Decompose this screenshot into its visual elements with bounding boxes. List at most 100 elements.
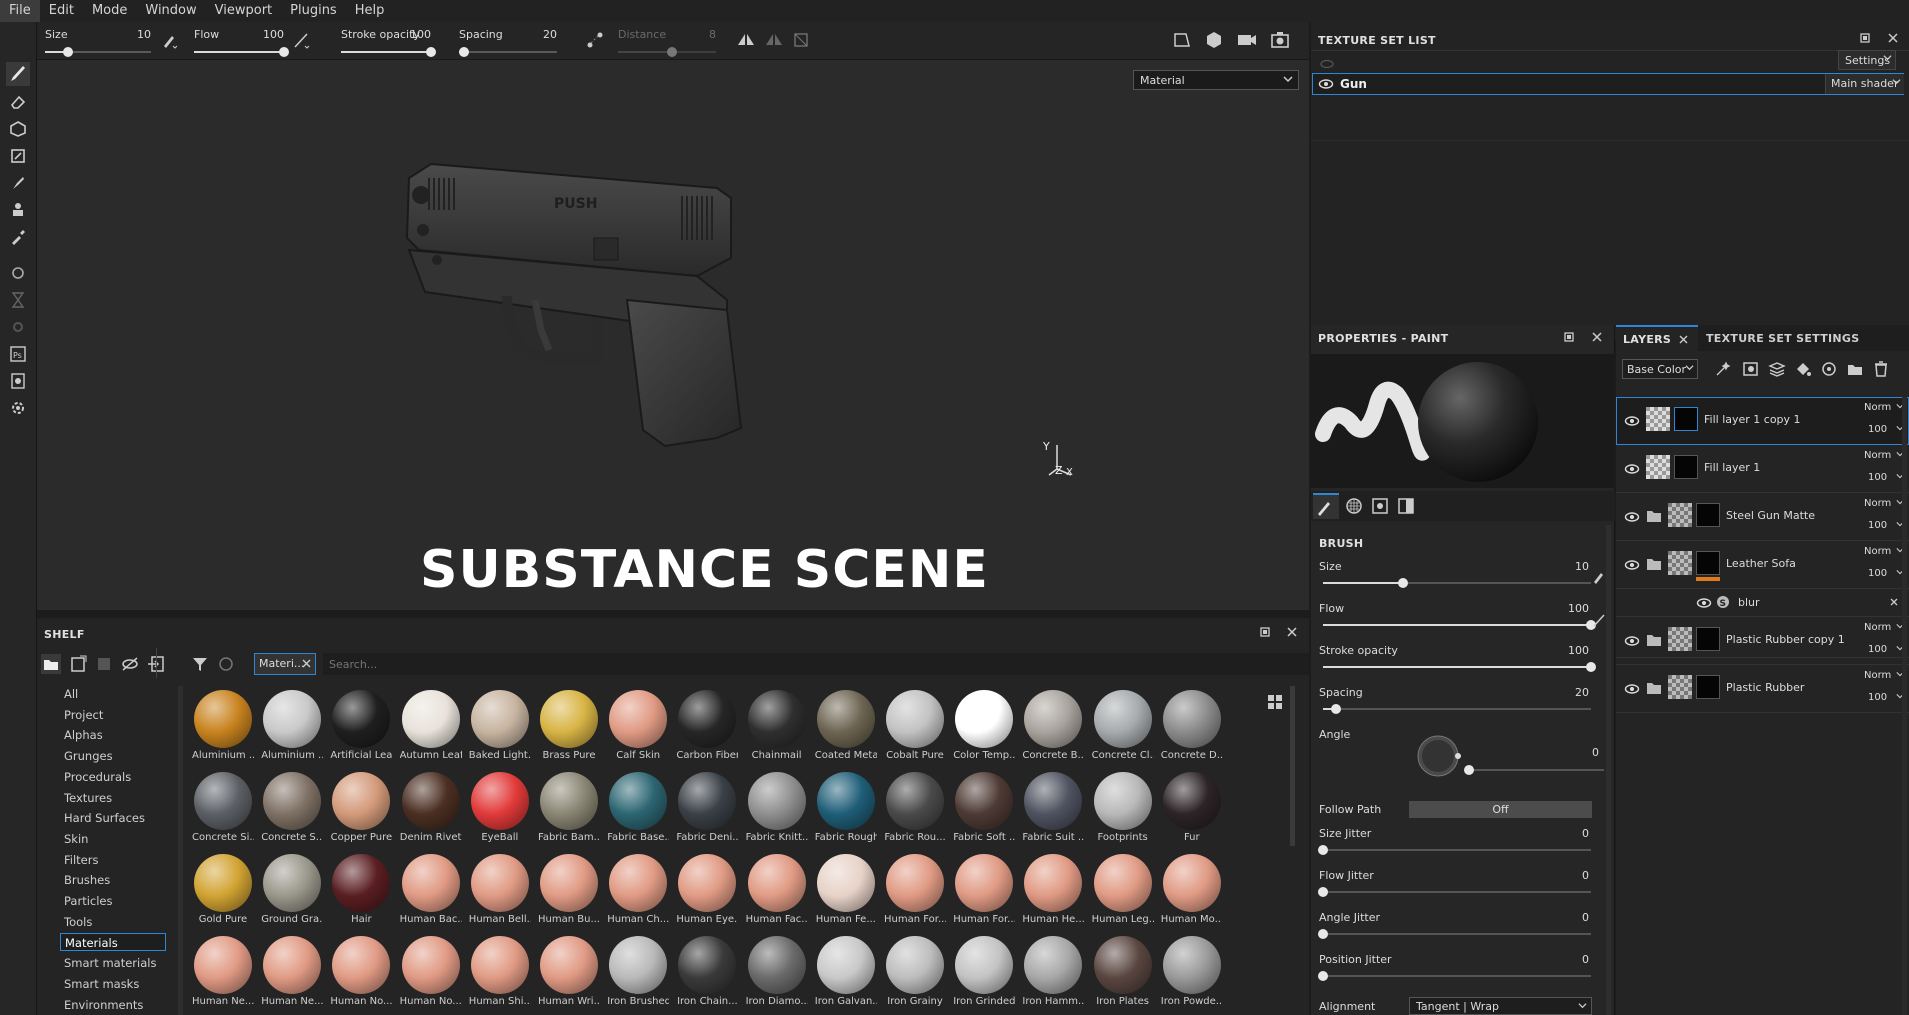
channel-select[interactable]: Base Color xyxy=(1622,359,1698,379)
shelf-category-item[interactable]: Environments xyxy=(60,996,166,1014)
material-thumbnail[interactable]: Fabric Deni... xyxy=(676,772,738,843)
shelf-category-item[interactable]: Project xyxy=(60,706,166,724)
material-thumbnail[interactable]: Fabric Rough xyxy=(815,772,877,843)
shelf-category-item[interactable]: Skin xyxy=(60,830,166,848)
preferences-gear-icon[interactable] xyxy=(6,396,30,420)
material-thumbnail[interactable]: Iron Grinded xyxy=(953,936,1015,1007)
material-thumbnail[interactable]: Chainmail xyxy=(746,690,808,761)
add-folder-icon[interactable] xyxy=(1846,360,1864,378)
eye-icon[interactable] xyxy=(1624,559,1640,571)
material-thumbnail[interactable]: Coated Metal xyxy=(815,690,877,761)
flow-jitter-slider[interactable]: Flow Jitter 0 xyxy=(1318,869,1601,909)
shelf-category-item[interactable]: Tools xyxy=(60,913,166,931)
material-thumbnail[interactable]: Hair xyxy=(330,854,392,925)
eye-icon[interactable] xyxy=(1624,683,1640,695)
material-thumbnail[interactable]: Aluminium ... xyxy=(192,690,254,761)
brush-angle-handle[interactable] xyxy=(1464,765,1474,775)
material-thumbnail[interactable]: Human Fe... xyxy=(815,854,877,925)
layer-blend-mode[interactable]: Norm xyxy=(1864,546,1891,557)
eye-icon[interactable] xyxy=(1624,635,1640,647)
material-thumbnail[interactable]: Cobalt Pure xyxy=(884,690,946,761)
maximize-icon[interactable] xyxy=(1859,32,1871,44)
layer-blend-mode[interactable]: Norm xyxy=(1864,498,1891,509)
shader-dropdown[interactable]: Main shader xyxy=(1825,74,1904,94)
shelf-category-item[interactable]: Procedurals xyxy=(60,768,166,786)
layer-row[interactable]: Steel Gun Matte Norm 100 xyxy=(1616,493,1909,541)
layer-blend-mode[interactable]: Norm xyxy=(1864,450,1891,461)
material-thumbnail[interactable]: Concrete Cl... xyxy=(1092,690,1154,761)
material-thumbnail[interactable]: Human Bu... xyxy=(538,854,600,925)
alignment-dropdown[interactable]: Tangent | Wrap xyxy=(1409,997,1592,1015)
new-item-icon[interactable] xyxy=(68,654,88,674)
material-thumbnail[interactable]: Human Bac... xyxy=(400,854,462,925)
material-thumbnail[interactable]: Human Eye... xyxy=(676,854,738,925)
material-tab-icon[interactable] xyxy=(1395,495,1417,517)
material-thumbnail[interactable]: Human Ch... xyxy=(607,854,669,925)
layer-opacity[interactable]: 100 xyxy=(1868,644,1887,655)
material-thumbnail[interactable]: Calf Skin xyxy=(607,690,669,761)
toolbar-distance-slider[interactable]: Distance 8 xyxy=(614,26,716,57)
brush-size-slider[interactable]: Size 10 xyxy=(1319,560,1601,600)
settings-dim-icon[interactable] xyxy=(6,315,30,339)
stencil-tab-icon[interactable] xyxy=(1369,495,1391,517)
camera-3d-view-icon[interactable] xyxy=(1204,30,1224,50)
add-paint-layer-icon[interactable] xyxy=(1820,360,1838,378)
shelf-search-input[interactable] xyxy=(323,653,1309,675)
shelf-category-item[interactable]: Smart materials xyxy=(60,954,166,972)
tab-layers[interactable]: LAYERS xyxy=(1616,325,1698,351)
materials-scrollbar[interactable] xyxy=(1290,686,1295,846)
camera-2d-view-icon[interactable] xyxy=(1172,30,1192,50)
screenshot-icon[interactable] xyxy=(1270,30,1290,50)
maximize-icon[interactable] xyxy=(1259,626,1271,638)
eraser-icon[interactable] xyxy=(6,90,30,114)
eye-icon[interactable] xyxy=(1624,511,1640,523)
layer-blend-mode[interactable]: Norm xyxy=(1864,622,1891,633)
alpha-tab-icon[interactable] xyxy=(1343,495,1365,517)
shelf-category-item[interactable]: Smart masks xyxy=(60,975,166,993)
material-thumbnail[interactable]: Copper Pure xyxy=(330,772,392,843)
material-thumbnail[interactable]: Footprints xyxy=(1092,772,1154,843)
visibility-toggle-icon[interactable] xyxy=(1319,58,1335,70)
lazy-mouse-icon[interactable] xyxy=(586,31,604,49)
material-thumbnail[interactable]: Human Ne... xyxy=(261,936,323,1007)
layer-opacity[interactable]: 100 xyxy=(1868,692,1887,703)
properties-scrollbar[interactable] xyxy=(1606,525,1611,1015)
material-thumbnail[interactable]: Gold Pure xyxy=(192,854,254,925)
camera-icon[interactable] xyxy=(1236,30,1258,50)
follow-path-toggle[interactable]: Off xyxy=(1409,801,1592,818)
effect-row[interactable]: Sblur xyxy=(1616,589,1909,617)
grid-view-icon[interactable] xyxy=(1267,694,1283,710)
brush-spacing-handle[interactable] xyxy=(1331,704,1342,714)
material-thumbnail[interactable]: Iron Galvan... xyxy=(815,936,877,1007)
material-thumbnail[interactable]: Human Mo... xyxy=(1161,854,1222,925)
menu-viewport[interactable]: Viewport xyxy=(206,0,282,22)
shelf-category-item[interactable]: Materials xyxy=(60,933,166,952)
layer-row[interactable]: Fill layer 1 copy 1 Norm 100 xyxy=(1616,397,1909,445)
shelf-category-item[interactable]: Hard Surfaces xyxy=(60,809,166,827)
hide-icon[interactable] xyxy=(120,654,140,674)
maximize-icon[interactable] xyxy=(1563,331,1575,343)
symmetry-mirror-icon[interactable] xyxy=(764,31,784,49)
eye-icon[interactable] xyxy=(1624,415,1640,427)
layer-opacity[interactable]: 100 xyxy=(1868,472,1887,483)
remove-filter-icon[interactable] xyxy=(301,658,312,669)
brush-tab-icon[interactable] xyxy=(1313,493,1339,519)
filter-icon[interactable] xyxy=(191,655,209,673)
material-thumbnail[interactable]: Iron Powde... xyxy=(1161,936,1222,1007)
material-thumbnail[interactable]: Fabric Soft ... xyxy=(953,772,1015,843)
add-mask-icon[interactable] xyxy=(1742,360,1760,378)
viewport-channel-select[interactable]: Material xyxy=(1133,70,1299,90)
toolbar-spacing-slider[interactable]: Spacing 20 xyxy=(455,26,557,57)
shelf-category-item[interactable]: Alphas xyxy=(60,726,166,744)
material-thumbnail[interactable]: Human No... xyxy=(400,936,462,1007)
toolbar-stroke-opacity-slider[interactable]: Stroke opacity 100 xyxy=(337,26,436,57)
brush-angle-slider[interactable] xyxy=(1464,765,1604,775)
brush-stroke-opacity-handle[interactable] xyxy=(1586,662,1596,672)
toolbar-flow-handle[interactable] xyxy=(279,47,289,57)
shelf-category-item[interactable]: Filters xyxy=(60,851,166,869)
shelf-category-item[interactable]: Grunges xyxy=(60,747,166,765)
material-thumbnail[interactable]: Human No... xyxy=(330,936,392,1007)
toolbar-stroke-opacity-handle[interactable] xyxy=(426,47,436,57)
layer-blend-mode[interactable]: Norm xyxy=(1864,402,1891,413)
material-thumbnail[interactable]: Human He... xyxy=(1022,854,1084,925)
